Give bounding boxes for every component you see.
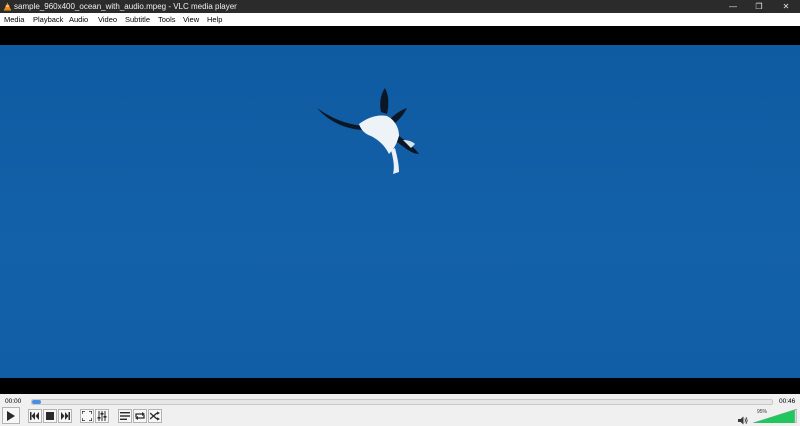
- next-button[interactable]: [58, 409, 72, 423]
- vlc-cone-icon: [3, 2, 12, 11]
- menu-audio[interactable]: Audio: [69, 13, 88, 26]
- next-icon: [61, 412, 70, 420]
- seek-progress: [32, 400, 41, 404]
- previous-icon: [30, 412, 39, 420]
- menu-playback[interactable]: Playback: [33, 13, 63, 26]
- extended-settings-button[interactable]: [95, 409, 109, 423]
- equalizer-icon: [97, 411, 107, 421]
- menu-video[interactable]: Video: [98, 13, 117, 26]
- play-icon: [7, 411, 15, 421]
- menu-bar: Media Playback Audio Video Subtitle Tool…: [0, 13, 800, 26]
- shuffle-icon: [150, 411, 160, 421]
- shuffle-button[interactable]: [148, 409, 162, 423]
- elapsed-time: 00:00: [5, 398, 22, 405]
- speaker-icon[interactable]: [738, 416, 748, 425]
- title-bar: sample_960x400_ocean_with_audio.mpeg - V…: [0, 0, 800, 13]
- total-time: 00:46: [779, 398, 796, 405]
- menu-tools[interactable]: Tools: [158, 13, 176, 26]
- stop-button[interactable]: [43, 409, 57, 423]
- menu-subtitle[interactable]: Subtitle: [125, 13, 150, 26]
- loop-icon: [135, 412, 145, 420]
- gannet-bird-image: [317, 88, 419, 174]
- fullscreen-button[interactable]: [80, 409, 94, 423]
- volume-percent: 95%: [757, 409, 768, 415]
- close-button[interactable]: ✕: [773, 0, 799, 13]
- fullscreen-icon: [82, 411, 92, 421]
- seek-bar[interactable]: [31, 399, 773, 405]
- window-title: sample_960x400_ocean_with_audio.mpeg - V…: [14, 2, 237, 11]
- controls-bar: 00:00 00:46: [0, 394, 800, 426]
- close-icon: ✕: [782, 2, 790, 11]
- restore-icon: ❐: [755, 2, 763, 11]
- playlist-icon: [120, 412, 130, 420]
- video-area[interactable]: [0, 26, 800, 394]
- minimize-icon: —: [729, 2, 737, 11]
- menu-media[interactable]: Media: [4, 13, 24, 26]
- loop-button[interactable]: [133, 409, 147, 423]
- menu-help[interactable]: Help: [207, 13, 222, 26]
- restore-button[interactable]: ❐: [746, 0, 772, 13]
- menu-view[interactable]: View: [183, 13, 199, 26]
- playlist-button[interactable]: [118, 409, 132, 423]
- stop-icon: [46, 412, 54, 420]
- play-button[interactable]: [2, 407, 20, 424]
- minimize-button[interactable]: —: [720, 0, 746, 13]
- previous-button[interactable]: [28, 409, 42, 423]
